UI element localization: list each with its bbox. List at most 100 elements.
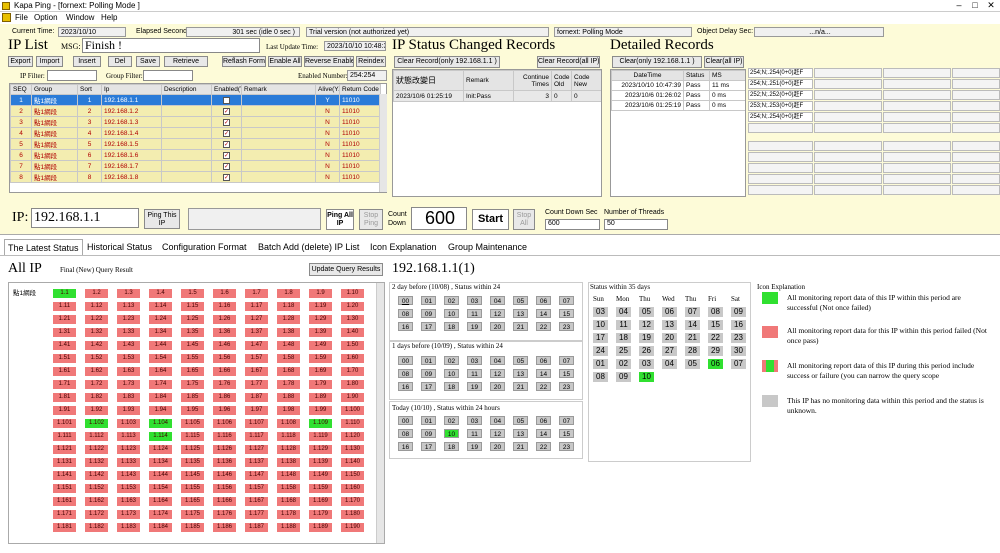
hour-cell[interactable]: 18 <box>444 382 459 391</box>
reflash-form-button[interactable]: Reflash Form <box>222 56 266 67</box>
ip-status-cell[interactable]: 1.86 <box>213 393 236 402</box>
ip-status-cell[interactable]: 1.187 <box>245 523 268 532</box>
calendar-date-cell[interactable]: 07 <box>685 307 700 317</box>
calendar-date-cell[interactable]: 09 <box>616 372 631 382</box>
tab-latest-status[interactable]: The Latest Status <box>4 239 83 255</box>
maximize-icon[interactable]: □ <box>968 0 982 11</box>
hour-cell[interactable]: 15 <box>559 429 574 438</box>
ip-status-cell[interactable]: 1.9 <box>309 289 332 298</box>
save-button[interactable]: Save <box>136 56 160 67</box>
ip-status-cell[interactable]: 1.60 <box>341 354 364 363</box>
ip-status-cell[interactable]: 1.90 <box>341 393 364 402</box>
col-description[interactable]: Description <box>161 84 212 95</box>
hour-cell[interactable]: 11 <box>467 309 482 318</box>
close-icon[interactable]: ✕ <box>984 0 998 11</box>
insert-button[interactable]: Insert <box>73 56 101 67</box>
ip-status-cell[interactable]: 1.18 <box>277 302 300 311</box>
ip-status-cell[interactable]: 1.52 <box>85 354 108 363</box>
ip-status-cell[interactable]: 1.66 <box>213 367 236 376</box>
cell-enabled[interactable]: ✓ <box>211 171 242 183</box>
ip-status-cell[interactable]: 1.162 <box>85 497 108 506</box>
col-continue-times[interactable]: Continue Times <box>513 70 552 91</box>
hour-cell[interactable]: 15 <box>559 309 574 318</box>
hour-cell[interactable]: 10 <box>444 429 459 438</box>
ip-status-cell[interactable]: 1.148 <box>277 471 300 480</box>
calendar-date-cell[interactable]: 09 <box>731 307 746 317</box>
calendar-date-cell[interactable]: 10 <box>639 372 654 382</box>
ip-status-cell[interactable]: 1.63 <box>117 367 140 376</box>
calendar-date-cell[interactable]: 22 <box>708 333 723 343</box>
col-seq[interactable]: SEQ <box>10 84 32 95</box>
ip-status-cell[interactable]: 1.113 <box>117 432 140 441</box>
ip-status-cell[interactable]: 1.155 <box>181 484 204 493</box>
ip-status-cell[interactable]: 1.108 <box>277 419 300 428</box>
hour-cell[interactable]: 19 <box>467 322 482 331</box>
enabled-checkbox[interactable]: ✓ <box>223 96 230 104</box>
enabled-checkbox[interactable]: ✓ <box>223 162 230 170</box>
ip-status-cell[interactable]: 1.147 <box>245 471 268 480</box>
ip-status-cell[interactable]: 1.140 <box>341 458 364 467</box>
ip-status-cell[interactable]: 1.38 <box>277 328 300 337</box>
calendar-date-cell[interactable]: 24 <box>593 346 608 356</box>
calendar-date-cell[interactable]: 21 <box>685 333 700 343</box>
hour-cell[interactable]: 17 <box>421 382 436 391</box>
ip-status-cell[interactable]: 1.149 <box>309 471 332 480</box>
ip-status-cell[interactable]: 1.177 <box>245 510 268 519</box>
stop-all-button[interactable]: Stop All <box>513 209 535 230</box>
ip-status-cell[interactable]: 1.61 <box>53 367 76 376</box>
ip-status-cell[interactable]: 1.16 <box>213 302 236 311</box>
ip-status-cell[interactable]: 1.56 <box>213 354 236 363</box>
ping-all-ip-button[interactable]: Ping All IP <box>326 209 354 230</box>
col-datetime[interactable]: DateTime <box>611 70 684 81</box>
hour-cell[interactable]: 02 <box>444 296 459 305</box>
hour-cell[interactable]: 15 <box>559 369 574 378</box>
hour-cell[interactable]: 04 <box>490 296 505 305</box>
calendar-date-cell[interactable]: 27 <box>662 346 677 356</box>
menu-option[interactable]: Option <box>34 13 58 22</box>
ip-status-cell[interactable]: 1.153 <box>117 484 140 493</box>
ip-status-cell[interactable]: 1.166 <box>213 497 236 506</box>
start-button[interactable]: Start <box>472 209 509 230</box>
ip-status-cell[interactable]: 1.41 <box>53 341 76 350</box>
ip-status-cell[interactable]: 1.123 <box>117 445 140 454</box>
calendar-date-cell[interactable]: 03 <box>639 359 654 369</box>
hour-cell[interactable]: 17 <box>421 442 436 451</box>
hour-cell[interactable]: 21 <box>513 322 528 331</box>
tab-group-maintenance[interactable]: Group Maintenance <box>445 239 530 255</box>
ip-status-cell[interactable]: 1.82 <box>85 393 108 402</box>
hour-cell[interactable]: 01 <box>421 296 436 305</box>
ip-status-cell[interactable]: 1.171 <box>53 510 76 519</box>
detail-row[interactable]: 2023/10/6 01:26:02 Pass 0 ms <box>611 90 745 101</box>
ip-status-cell[interactable]: 1.48 <box>277 341 300 350</box>
ip-status-cell[interactable]: 1.151 <box>53 484 76 493</box>
reverse-enable-button[interactable]: Reverse Enable <box>304 56 354 67</box>
ip-status-cell[interactable]: 1.138 <box>277 458 300 467</box>
ip-status-cell[interactable]: 1.94 <box>149 406 172 415</box>
tab-batch-add[interactable]: Batch Add (delete) IP List <box>255 239 362 255</box>
ip-status-cell[interactable]: 1.42 <box>85 341 108 350</box>
ip-status-cell[interactable]: 1.92 <box>85 406 108 415</box>
ip-status-cell[interactable]: 1.181 <box>53 523 76 532</box>
ip-status-cell[interactable]: 1.20 <box>341 302 364 311</box>
ip-status-cell[interactable]: 1.125 <box>181 445 204 454</box>
calendar-date-cell[interactable]: 20 <box>662 333 677 343</box>
tab-historical-status[interactable]: Historical Status <box>84 239 155 255</box>
hour-cell[interactable]: 09 <box>421 429 436 438</box>
ip-status-cell[interactable]: 1.99 <box>309 406 332 415</box>
ip-status-cell[interactable]: 1.120 <box>341 432 364 441</box>
ip-status-cell[interactable]: 1.70 <box>341 367 364 376</box>
ip-status-cell[interactable]: 1.112 <box>85 432 108 441</box>
ip-status-cell[interactable]: 1.104 <box>149 419 172 428</box>
ip-status-cell[interactable]: 1.71 <box>53 380 76 389</box>
ip-status-cell[interactable]: 1.87 <box>245 393 268 402</box>
ip-status-cell[interactable]: 1.55 <box>181 354 204 363</box>
hour-cell[interactable]: 09 <box>421 369 436 378</box>
col-change-date[interactable]: 狀態改變日 <box>393 70 464 91</box>
ip-status-cell[interactable]: 1.139 <box>309 458 332 467</box>
ip-status-cell[interactable]: 1.156 <box>213 484 236 493</box>
ip-status-cell[interactable]: 1.47 <box>245 341 268 350</box>
hour-cell[interactable]: 16 <box>398 322 413 331</box>
ip-status-cell[interactable]: 1.13 <box>117 302 140 311</box>
ip-status-cell[interactable]: 1.95 <box>181 406 204 415</box>
ip-status-cell[interactable]: 1.122 <box>85 445 108 454</box>
